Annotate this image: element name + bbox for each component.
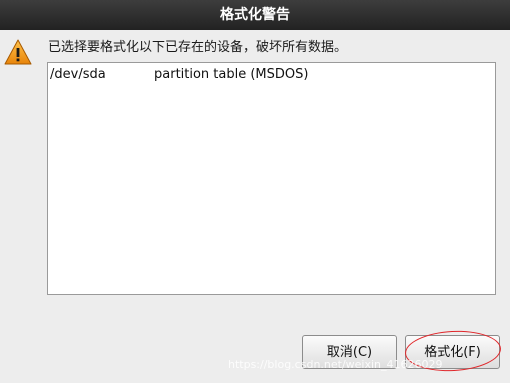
warning-message: 已选择要格式化以下已存在的设备，破坏所有数据。 <box>48 40 348 55</box>
device-name: /dev/sda <box>50 67 106 82</box>
list-item[interactable]: /dev/sda partition table (MSDOS) <box>48 67 495 87</box>
device-list[interactable]: /dev/sda partition table (MSDOS) <box>47 62 496 295</box>
format-button[interactable]: 格式化(F) <box>405 335 500 369</box>
dialog-title: 格式化警告 <box>0 0 510 30</box>
format-warning-dialog: 格式化警告 已选择要格式化以下已存在的设备，破坏所有数据。 /dev/sda p… <box>0 0 510 383</box>
device-description: partition table (MSDOS) <box>154 67 309 82</box>
cancel-button[interactable]: 取消(C) <box>302 335 397 369</box>
warning-icon <box>4 39 32 65</box>
